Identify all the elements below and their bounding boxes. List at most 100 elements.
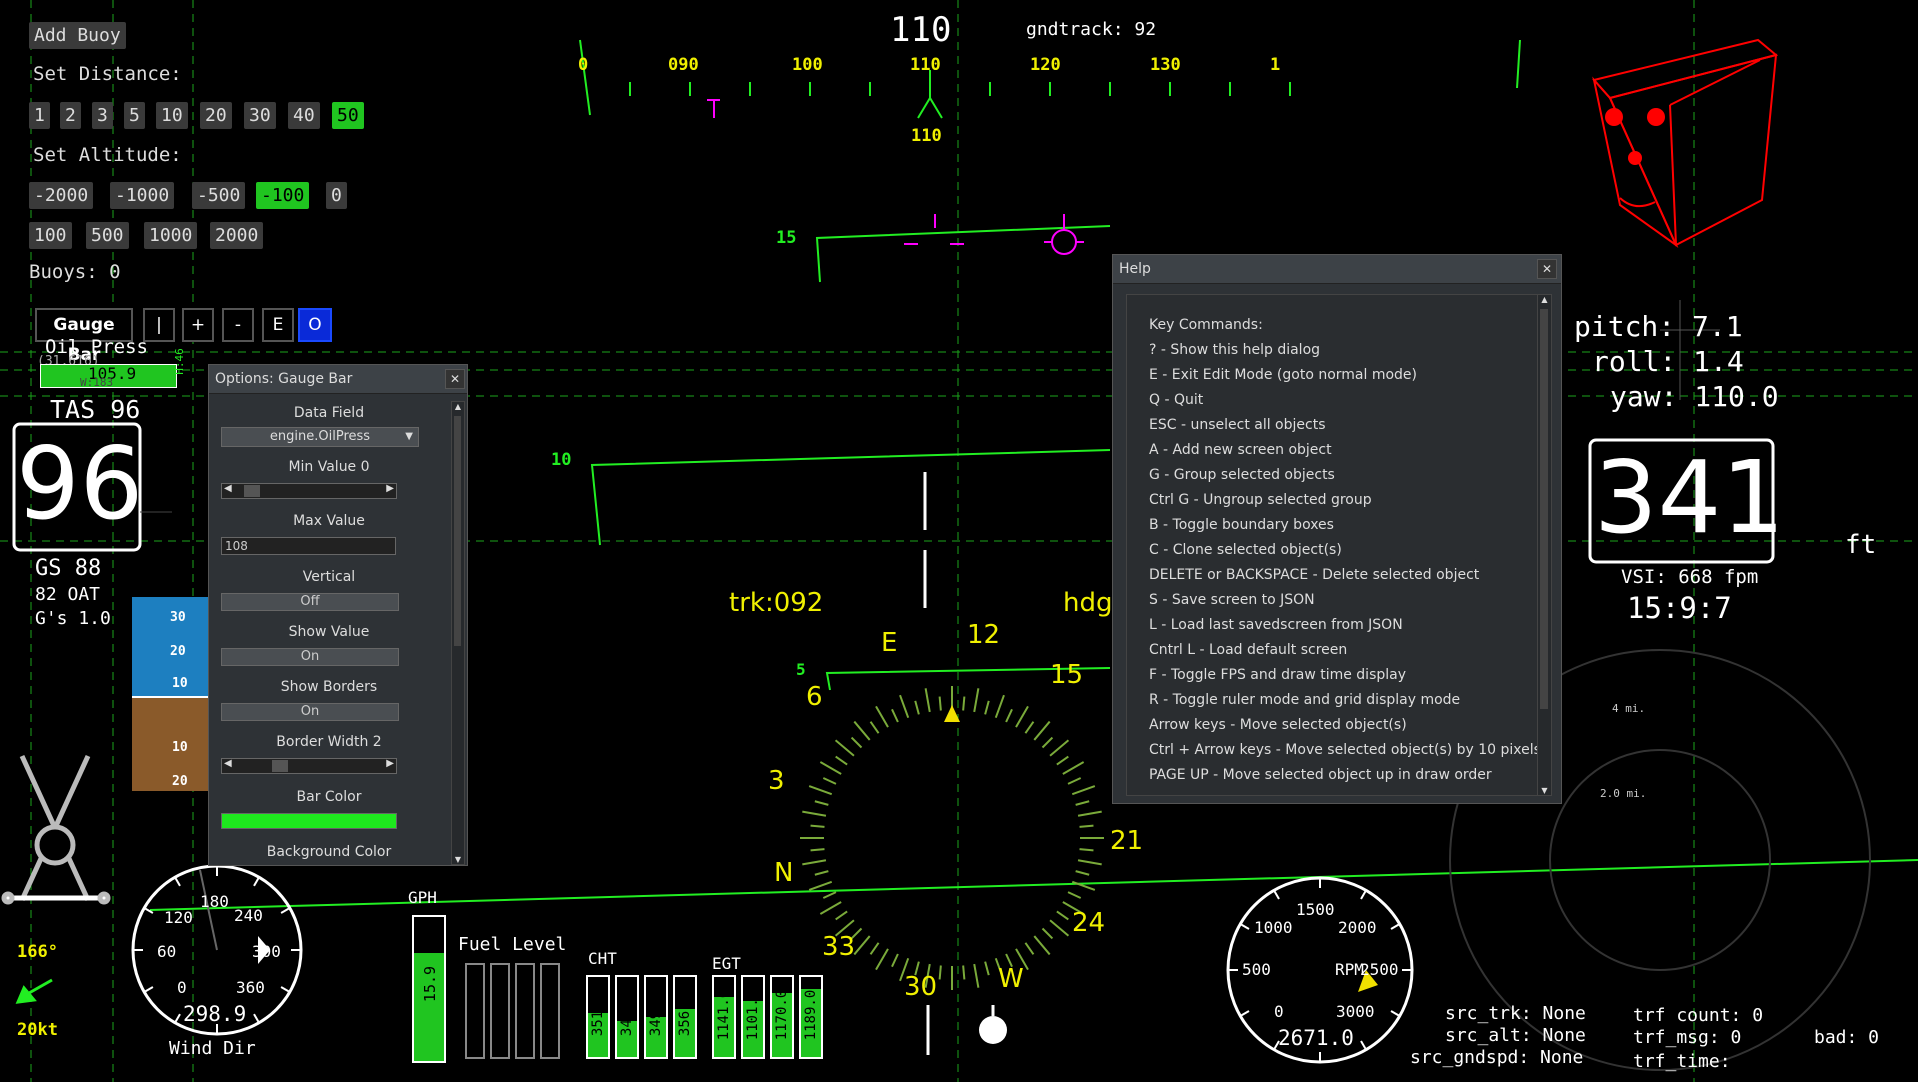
gph-value: 15.9 [421, 965, 440, 1003]
distance-button-30[interactable]: 30 [244, 102, 276, 129]
distance-button-40[interactable]: 40 [288, 102, 320, 129]
altitude-big: 341 [1594, 439, 1785, 556]
oil-press-sub-text: W:183 [80, 376, 114, 389]
show-value-toggle[interactable]: On [221, 648, 399, 666]
altitude-button--2000[interactable]: -2000 [29, 182, 94, 209]
hsi-label: 6 [806, 682, 823, 712]
dial-tick [1360, 889, 1367, 900]
heading-readout: hdg [1063, 588, 1113, 618]
mini-att-minus10: 10 [172, 740, 188, 755]
compass-tick [891, 708, 899, 723]
help-line: PAGE UP - Move selected object up in dra… [1149, 767, 1492, 783]
compass-tick [1077, 859, 1102, 866]
gauge-bar-options-button[interactable]: O [298, 308, 332, 342]
oil-press-side-text: H:46 [172, 348, 186, 375]
add-buoy-button[interactable]: Add Buoy [29, 22, 126, 49]
mini-att-minus20: 20 [172, 774, 188, 789]
help-line: DELETE or BACKSPACE - Delete selected ob… [1149, 567, 1480, 583]
gauge-bar-edit-button[interactable]: E [262, 308, 294, 342]
compass-tick [853, 720, 871, 741]
traffic-range-inner: 2.0 mi. [1600, 787, 1647, 800]
dial-tick [143, 986, 154, 993]
compass-tick [869, 721, 880, 734]
compass-tick [1079, 848, 1094, 852]
slider-thumb[interactable] [272, 760, 288, 772]
compass-tick [822, 777, 837, 785]
heading-tape-label: 120 [1030, 55, 1061, 75]
hsi-label: 21 [1110, 826, 1144, 856]
fuel-tank-4 [540, 963, 560, 1059]
altitude-button--100[interactable]: -100 [256, 182, 310, 209]
distance-button-5[interactable]: 5 [124, 102, 145, 129]
cht-value: 356.0 [677, 993, 693, 1037]
help-line: Cntrl L - Load default screen [1149, 642, 1348, 658]
rpm-0: 0 [1274, 1002, 1284, 1021]
vertical-toggle[interactable]: Off [221, 593, 399, 611]
slider-left-arrow-icon[interactable]: ◀ [224, 758, 232, 769]
altitude-button-0[interactable]: 0 [326, 182, 347, 209]
wind-dial-60: 60 [157, 942, 177, 961]
min-value-slider[interactable]: ◀ ▶ [221, 483, 397, 499]
slider-right-arrow-icon[interactable]: ▶ [386, 483, 394, 494]
src-alt: src_alt: None [1445, 1025, 1586, 1046]
data-field-value: engine.OilPress [269, 429, 371, 444]
distance-button-3[interactable]: 3 [92, 102, 113, 129]
distance-button-1[interactable]: 1 [29, 102, 50, 129]
compass-tick [875, 705, 889, 728]
altitude-button-100[interactable]: 100 [29, 222, 72, 249]
scroll-thumb[interactable] [454, 416, 461, 646]
fuel-level-label: Fuel Level [458, 934, 567, 955]
gndtrack-readout: gndtrack: 92 [1026, 19, 1157, 40]
altitude-button-2000[interactable]: 2000 [210, 222, 264, 249]
compass-tick [984, 961, 990, 976]
bar-color-swatch[interactable] [221, 813, 397, 829]
compass-tick [802, 810, 827, 817]
altitude-button-1000[interactable]: 1000 [144, 222, 198, 249]
altitude-button-500[interactable]: 500 [86, 222, 129, 249]
altitude-button--500[interactable]: -500 [192, 182, 246, 209]
compass-tick [819, 901, 842, 915]
scroll-up-icon[interactable]: ▲ [452, 402, 464, 411]
buoys-count: Buoys: 0 [29, 261, 121, 283]
scroll-down-icon[interactable]: ▼ [1538, 786, 1551, 795]
altitude-button--1000[interactable]: -1000 [110, 182, 175, 209]
max-value-input[interactable]: 108 [221, 537, 396, 555]
compass-tick [1033, 720, 1051, 741]
slider-left-arrow-icon[interactable]: ◀ [224, 483, 232, 494]
slider-thumb[interactable] [244, 485, 260, 497]
gauge-bar-plus-button[interactable]: + [182, 308, 214, 342]
help-scrollbar[interactable]: ▲ ▼ [1537, 294, 1552, 796]
border-width-slider[interactable]: ◀ ▶ [221, 758, 397, 774]
options-scrollbar[interactable]: ▲ ▼ [451, 401, 465, 865]
rpm-3000: 3000 [1336, 1002, 1375, 1021]
scroll-down-icon[interactable]: ▼ [452, 855, 464, 864]
fuel-tank-3 [515, 963, 535, 1059]
gauge-bar-minus-button[interactable]: - [222, 308, 254, 342]
compass-tick [1056, 910, 1069, 921]
cht-bar: 349.0 [644, 975, 668, 1059]
options-close-button[interactable]: ✕ [445, 369, 465, 389]
compass-tick [1041, 736, 1054, 749]
gload-readout: G's 1.0 [35, 608, 111, 629]
show-borders-toggle[interactable]: On [221, 703, 399, 721]
help-line: R - Toggle ruler mode and grid display m… [1149, 692, 1461, 708]
compass-tick [1079, 824, 1094, 828]
pitch-label-5: 5 [796, 660, 806, 679]
hsi-label: 15 [1050, 660, 1084, 690]
scroll-thumb[interactable] [1540, 309, 1548, 709]
rpm-1500: 1500 [1296, 900, 1335, 919]
compass-tick [924, 688, 931, 713]
scroll-up-icon[interactable]: ▲ [1538, 295, 1551, 304]
trf-msg: trf_msg: 0 [1633, 1027, 1742, 1048]
help-close-button[interactable]: ✕ [1537, 259, 1557, 279]
chevron-down-icon: ▼ [405, 431, 413, 442]
dial-tick [174, 876, 181, 887]
distance-button-10[interactable]: 10 [156, 102, 188, 129]
distance-button-20[interactable]: 20 [200, 102, 232, 129]
distance-button-2[interactable]: 2 [60, 102, 81, 129]
distance-button-50[interactable]: 50 [332, 102, 364, 129]
bar-color-label: Bar Color [296, 789, 362, 805]
slider-right-arrow-icon[interactable]: ▶ [386, 758, 394, 769]
compass-tick [1075, 800, 1090, 806]
data-field-select[interactable]: engine.OilPress ▼ [221, 427, 419, 447]
